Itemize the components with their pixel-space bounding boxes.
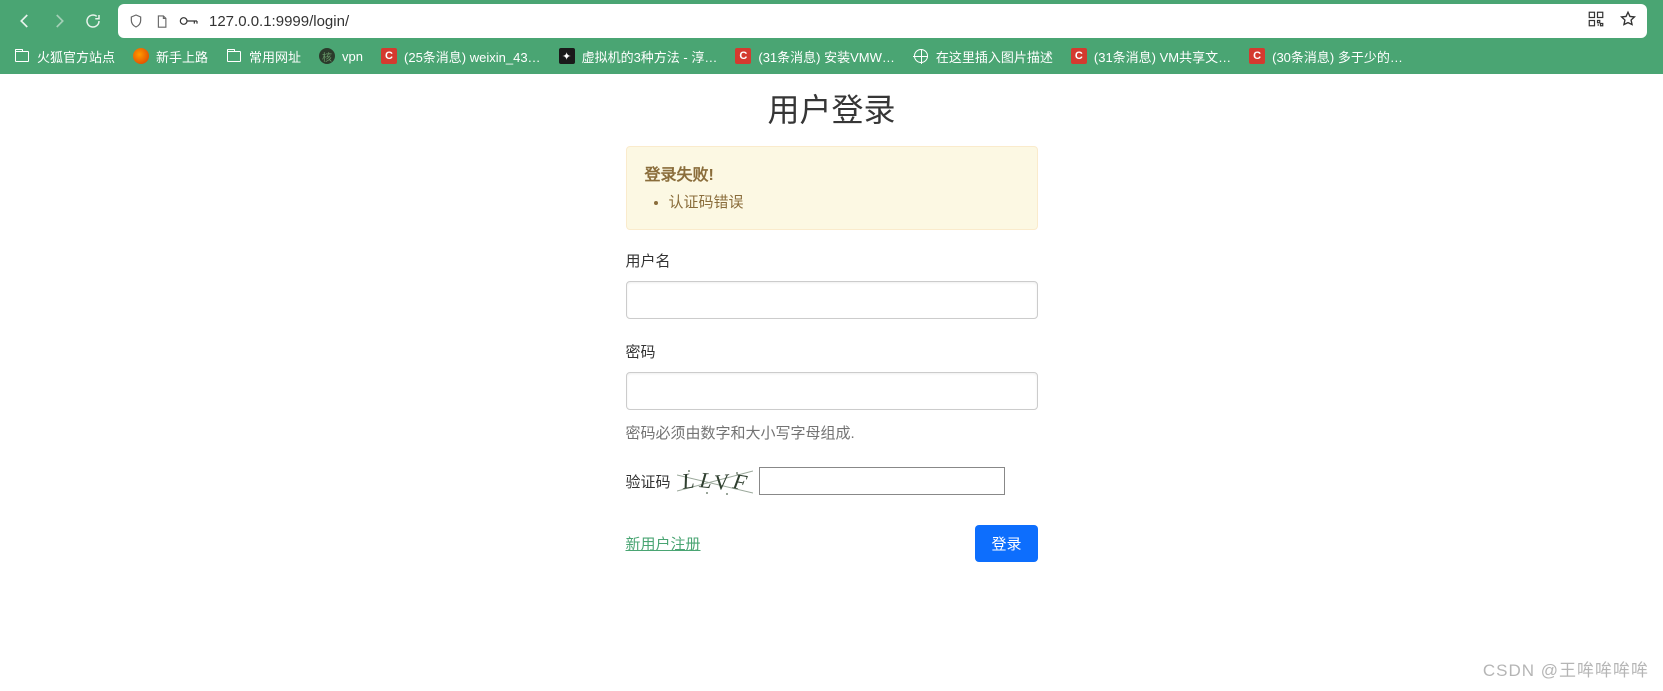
browser-chrome: 127.0.0.1:9999/login/ 火狐官方站点 新手上路 常用网址: [0, 0, 1663, 74]
password-input[interactable]: [626, 372, 1038, 410]
page-title: 用户登录: [626, 85, 1038, 131]
svg-text:L: L: [697, 467, 713, 493]
login-panel: 用户登录 登录失败! 认证码错误 用户名 密码 密码必须由数字和大小写字母组成.…: [626, 74, 1038, 562]
register-link[interactable]: 新用户注册: [626, 533, 701, 554]
bookmark-label: (31条消息) VM共享文…: [1094, 47, 1231, 66]
password-label: 密码: [626, 341, 1038, 362]
bookmark-item[interactable]: ✦ 虚拟机的3种方法 - 淳…: [551, 44, 726, 69]
url-text: 127.0.0.1:9999/login/: [209, 13, 1577, 30]
page-icon: [154, 14, 169, 29]
bookmark-item[interactable]: 核 vpn: [311, 45, 371, 67]
form-actions: 新用户注册 登录: [626, 525, 1038, 562]
bookmark-item[interactable]: C (31条消息) VM共享文…: [1063, 44, 1239, 69]
bookmark-label: vpn: [342, 49, 363, 64]
bookmark-label: (25条消息) weixin_43…: [404, 47, 541, 66]
alert-warning: 登录失败! 认证码错误: [626, 146, 1038, 230]
bookmark-label: 新手上路: [156, 47, 208, 66]
bookmark-item[interactable]: 新手上路: [125, 44, 216, 69]
bookmark-label: (30条消息) 多于少的…: [1272, 47, 1403, 66]
username-label: 用户名: [626, 250, 1038, 271]
forward-button[interactable]: [42, 4, 76, 38]
shield-icon: [128, 13, 144, 29]
firefox-icon: [133, 48, 149, 64]
site-icon: C: [1071, 48, 1087, 64]
key-icon: [179, 14, 199, 28]
captcha-label: 验证码: [626, 471, 671, 492]
watermark: CSDN @王哞哞哞哞: [1483, 656, 1649, 681]
back-button[interactable]: [8, 4, 42, 38]
password-hint: 密码必须由数字和大小写字母组成.: [626, 422, 1038, 443]
bookmark-item[interactable]: C (25条消息) weixin_43…: [373, 44, 549, 69]
bookmark-item[interactable]: C (31条消息) 安装VMW…: [727, 44, 903, 69]
bookmark-label: 在这里插入图片描述: [936, 47, 1053, 66]
login-button[interactable]: 登录: [975, 525, 1037, 562]
captcha-image[interactable]: L L V F: [677, 465, 753, 497]
site-icon: C: [381, 48, 397, 64]
page-content: 用户登录 登录失败! 认证码错误 用户名 密码 密码必须由数字和大小写字母组成.…: [0, 74, 1663, 562]
bookmarks-bar: 火狐官方站点 新手上路 常用网址 核 vpn C (25条消息) weixin_…: [0, 42, 1663, 74]
bookmark-item[interactable]: 火狐官方站点: [6, 44, 123, 69]
bookmark-item[interactable]: 常用网址: [218, 44, 309, 69]
qr-icon[interactable]: [1587, 10, 1605, 33]
url-bar[interactable]: 127.0.0.1:9999/login/: [118, 4, 1647, 38]
site-icon: C: [735, 48, 751, 64]
username-input[interactable]: [626, 281, 1038, 319]
bookmark-label: (31条消息) 安装VMW…: [758, 47, 895, 66]
star-icon[interactable]: [1619, 10, 1637, 33]
captcha-row: 验证码 L L V F: [626, 465, 1038, 497]
captcha-input[interactable]: [759, 467, 1005, 495]
bookmark-label: 常用网址: [249, 47, 301, 66]
bookmark-item[interactable]: 在这里插入图片描述: [905, 44, 1061, 69]
bookmark-label: 虚拟机的3种方法 - 淳…: [582, 47, 718, 66]
folder-icon: [14, 48, 30, 64]
alert-title: 登录失败!: [645, 167, 714, 184]
reload-button[interactable]: [76, 4, 110, 38]
site-icon: 核: [319, 48, 335, 64]
folder-icon: [226, 48, 242, 64]
bookmark-label: 火狐官方站点: [37, 47, 115, 66]
svg-text:V: V: [713, 469, 731, 495]
browser-toolbar: 127.0.0.1:9999/login/: [0, 0, 1663, 42]
alert-item: 认证码错误: [669, 191, 1019, 215]
site-icon: C: [1249, 48, 1265, 64]
site-icon: ✦: [559, 48, 575, 64]
globe-icon: [913, 48, 929, 64]
bookmark-item[interactable]: C (30条消息) 多于少的…: [1241, 44, 1411, 69]
